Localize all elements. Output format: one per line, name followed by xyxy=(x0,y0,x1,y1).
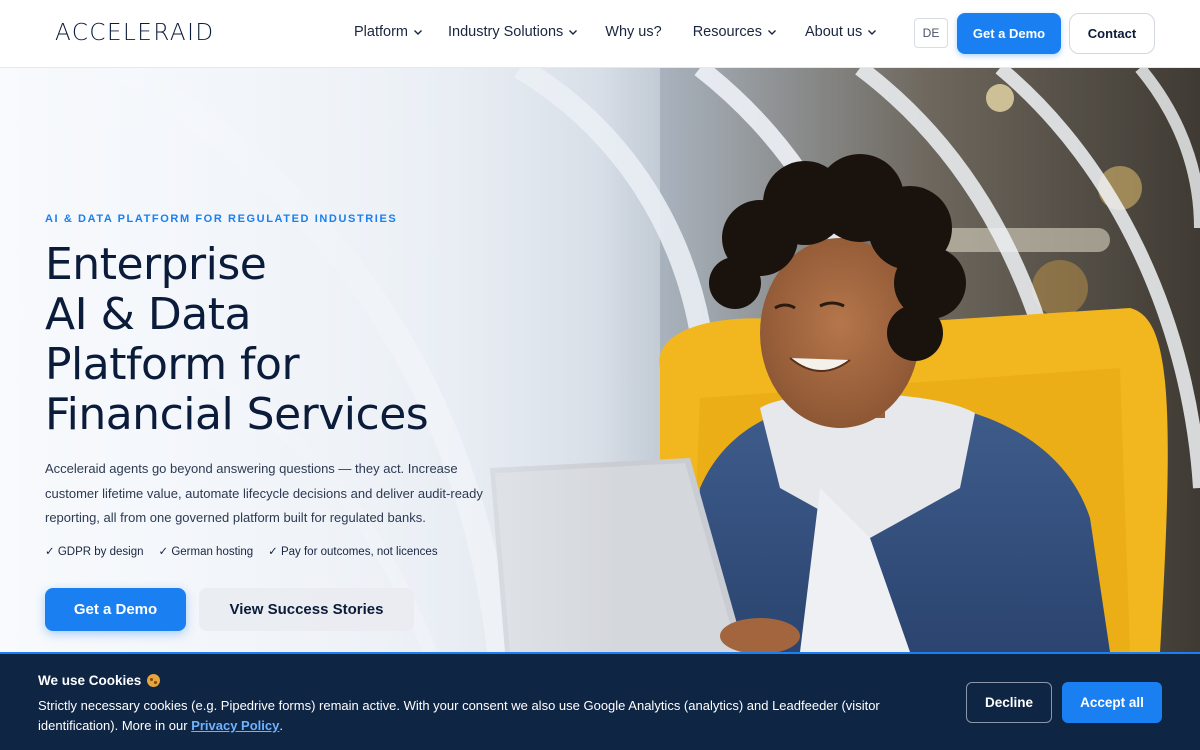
check-german-hosting: ✓ German hosting xyxy=(158,546,254,558)
cookie-message: Strictly necessary cookies (e.g. Pipedri… xyxy=(38,696,918,736)
headline-line: Enterprise xyxy=(45,239,267,290)
cookie-title: We use Cookies xyxy=(38,673,161,688)
nav-item-why-us[interactable]: Why us? xyxy=(605,24,661,40)
view-success-stories-button[interactable]: View Success Stories xyxy=(199,588,414,631)
feature-checklist: ✓ GDPR by design ✓ German hosting ✓ Pay … xyxy=(45,544,453,558)
chevron-down-icon xyxy=(414,30,422,35)
nav-contact-button[interactable]: Contact xyxy=(1069,13,1155,54)
privacy-policy-link[interactable]: Privacy Policy xyxy=(191,718,279,733)
brand-logo[interactable]: ACCELERAID xyxy=(55,20,215,46)
cookie-banner: We use Cookies Strictly necessary cookie… xyxy=(0,652,1200,750)
chevron-down-icon xyxy=(569,30,578,35)
headline-line: Financial Services xyxy=(45,389,429,440)
cookie-title-text: We use Cookies xyxy=(38,673,142,688)
chevron-down-icon xyxy=(868,30,877,35)
hero-get-demo-button[interactable]: Get a Demo xyxy=(45,588,186,631)
headline-line: Platform for xyxy=(45,339,300,390)
nav-item-industry-solutions[interactable]: Industry Solutions xyxy=(448,24,578,40)
hero-eyebrow: AI & DATA PLATFORM FOR REGULATED INDUSTR… xyxy=(45,213,398,225)
language-switch[interactable]: DE xyxy=(914,18,948,48)
cookie-icon xyxy=(147,674,161,687)
nav-item-label: About us xyxy=(805,24,863,40)
nav-item-resources[interactable]: Resources xyxy=(693,24,777,40)
nav-item-about-us[interactable]: About us xyxy=(805,24,877,40)
cookie-message-end: . xyxy=(279,718,283,733)
decline-cookies-button[interactable]: Decline xyxy=(966,682,1052,723)
top-navigation: ACCELERAID Platform Industry Solutions W… xyxy=(0,0,1200,68)
hero-description: Acceleraid agents go beyond answering qu… xyxy=(45,461,483,525)
nav-item-label: Why us? xyxy=(605,24,662,40)
nav-item-label: Platform xyxy=(354,24,408,40)
headline-line: AI & Data xyxy=(45,289,251,340)
check-gdpr: ✓ GDPR by design xyxy=(45,546,144,558)
nav-get-demo-button[interactable]: Get a Demo xyxy=(957,13,1061,54)
nav-item-label: Industry Solutions xyxy=(448,24,564,40)
chevron-down-icon xyxy=(768,30,776,35)
cookie-message-text: Strictly necessary cookies (e.g. Pipedri… xyxy=(38,698,880,733)
nav-item-platform[interactable]: Platform xyxy=(354,24,423,40)
nav-item-label: Resources xyxy=(692,24,762,40)
hero-headline: Enterprise AI & Data Platform for Financ… xyxy=(45,240,565,440)
check-pay-for-outcomes: ✓ Pay for outcomes, not licences xyxy=(268,546,438,558)
main-menu: Platform Industry Solutions Why us? Reso… xyxy=(354,24,877,40)
accept-all-cookies-button[interactable]: Accept all xyxy=(1062,682,1162,723)
hero-section: AI & DATA PLATFORM FOR REGULATED INDUSTR… xyxy=(0,68,1200,652)
